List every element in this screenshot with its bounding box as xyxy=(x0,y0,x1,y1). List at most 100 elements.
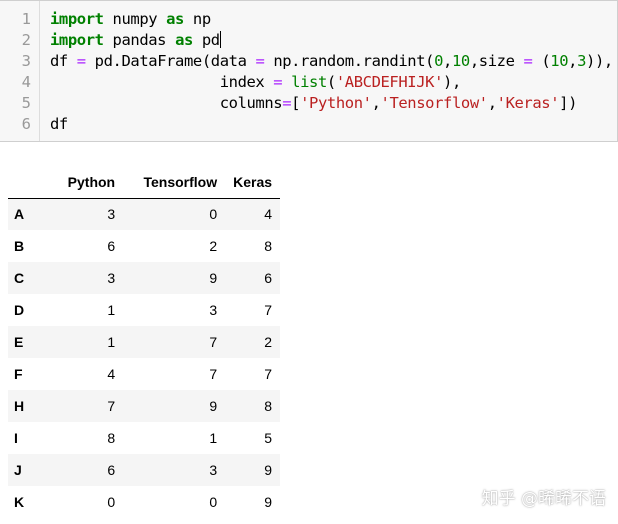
table-cell: 4 xyxy=(264,206,273,223)
column-header-python: Python xyxy=(32,166,124,199)
table-cell: 7 xyxy=(209,366,218,382)
table-cell: 3 xyxy=(107,206,116,223)
column-header-tensorflow: Tensorflow xyxy=(123,166,226,199)
code-token: as xyxy=(175,31,193,49)
table-cell: 9 xyxy=(209,398,218,414)
line-number: 4 xyxy=(21,73,31,91)
code-token: pandas xyxy=(103,31,176,49)
table-cell: 3 xyxy=(107,270,116,286)
code-line[interactable]: columns=['Python','Tensorflow','Keras']) xyxy=(50,93,578,114)
line-number: 5 xyxy=(21,94,31,112)
table-row: J 6 3 9 xyxy=(8,454,281,486)
table-cell: 4 xyxy=(107,366,116,382)
code-token: ), xyxy=(443,73,461,91)
code-line[interactable]: import numpy as np xyxy=(50,9,211,30)
code-token: ( xyxy=(532,52,551,70)
table-cell: 9 xyxy=(264,462,273,478)
table-cell: 5 xyxy=(264,430,273,446)
row-index-label: I xyxy=(14,430,18,446)
code-cell[interactable]: 123456 import numpy as np import pandas a… xyxy=(0,0,618,142)
code-token: , xyxy=(568,52,578,70)
table-cell: 6 xyxy=(107,462,116,478)
code-token: , xyxy=(443,52,452,70)
row-index-label: D xyxy=(14,302,25,318)
code-token: index xyxy=(50,73,274,91)
table-cell: 3 xyxy=(209,302,218,318)
table-row: D 1 3 7 xyxy=(8,294,280,326)
row-index-label: H xyxy=(14,398,25,414)
code-token: numpy xyxy=(103,10,167,28)
code-token: = xyxy=(273,73,283,91)
line-number: 6 xyxy=(21,115,31,133)
code-token: [ xyxy=(291,94,301,112)
code-token: import xyxy=(50,10,104,28)
table-cell: 0 xyxy=(209,206,218,223)
table-cell: 8 xyxy=(264,238,273,254)
code-token: np xyxy=(184,10,211,28)
code-token: 'Tensorflow' xyxy=(380,94,489,112)
table-cell: 6 xyxy=(264,270,273,286)
zhihu-watermark: 知乎 @晞晞不语 xyxy=(481,489,606,509)
table-cell: 8 xyxy=(107,430,116,446)
table-cell: 8 xyxy=(264,398,273,414)
table-cell: 2 xyxy=(264,334,273,350)
table-row: K 0 0 9 xyxy=(8,486,280,518)
code-token: ( xyxy=(326,73,336,91)
code-token: list xyxy=(291,73,327,91)
code-token: 'Keras' xyxy=(496,94,560,112)
code-token: ]) xyxy=(559,94,578,112)
row-index-label: B xyxy=(14,238,25,254)
code-token: as xyxy=(166,10,184,28)
code-token: = xyxy=(282,94,292,112)
table-cell: 6 xyxy=(107,238,116,254)
table-row: I 8 1 5 xyxy=(8,422,280,454)
table-cell: 1 xyxy=(107,334,116,350)
code-token: 0 xyxy=(434,52,444,70)
row-index-label: F xyxy=(14,366,23,382)
index-header xyxy=(8,166,33,199)
code-token: np.random.randint( xyxy=(264,52,435,70)
table-header-row: Python Tensorflow Keras xyxy=(8,166,281,199)
table-row: E 1 7 2 xyxy=(8,326,281,358)
line-number: 1 xyxy=(21,10,31,28)
code-token: pd xyxy=(192,31,220,49)
code-token: )), xyxy=(586,52,613,70)
text-cursor xyxy=(219,31,221,48)
row-index-label: J xyxy=(14,462,22,478)
code-line[interactable]: import pandas as pd xyxy=(50,30,221,51)
code-token: , xyxy=(487,94,497,112)
table-row: A 3 0 4 xyxy=(8,198,281,230)
table-cell: 1 xyxy=(107,302,116,318)
row-index-label: K xyxy=(14,494,25,510)
dataframe-output-table: Python Tensorflow Keras A 3 0 4 B 6 2 8 C 3 9 6 D 1 3 7… xyxy=(8,166,281,518)
column-header-keras: Keras xyxy=(225,166,281,199)
table-cell: 2 xyxy=(209,238,218,254)
table-cell: 9 xyxy=(264,494,273,510)
table-cell: 9 xyxy=(209,270,218,286)
table-row: B 6 2 8 xyxy=(8,230,280,262)
code-token: df xyxy=(50,115,68,133)
code-line[interactable]: index = list('ABCDEFHIJK'), xyxy=(50,72,462,93)
line-number-gutter: 1 2 3 4 5 6 xyxy=(0,1,40,141)
table-row: H 7 9 8 xyxy=(8,390,281,422)
table-cell: 0 xyxy=(107,494,116,510)
row-index-label: C xyxy=(14,270,25,286)
table-cell: 1 xyxy=(209,430,218,446)
code-token: , xyxy=(371,94,381,112)
code-token: df xyxy=(50,52,77,70)
row-index-label: E xyxy=(14,334,24,350)
code-line[interactable]: df = pd.DataFrame(data = np.random.randi… xyxy=(50,51,613,72)
code-token: ,size xyxy=(469,52,524,70)
code-token: import xyxy=(50,31,104,49)
code-token: 3 xyxy=(577,52,587,70)
table-cell: 3 xyxy=(209,462,218,478)
code-line[interactable]: df xyxy=(50,114,68,135)
line-number: 3 xyxy=(21,52,31,70)
table-cell: 7 xyxy=(209,334,218,350)
table-cell: 0 xyxy=(209,494,218,510)
code-token: 'ABCDEFHIJK' xyxy=(335,73,444,91)
code-token: = xyxy=(76,52,86,70)
table-row: F 4 7 7 xyxy=(8,358,280,390)
line-number: 2 xyxy=(21,31,31,49)
